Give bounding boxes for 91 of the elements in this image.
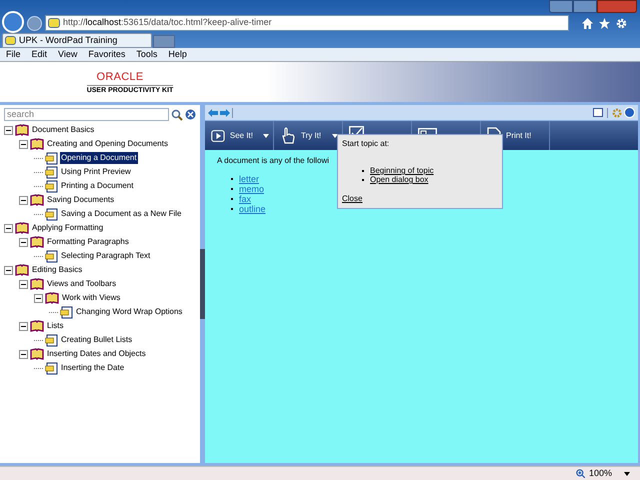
book-icon [30, 320, 44, 332]
dropdown-caret-icon[interactable] [263, 134, 269, 138]
book-icon [15, 264, 29, 276]
tree-item[interactable]: Applying Formatting [31, 222, 104, 234]
book-icon [15, 222, 29, 234]
document-icon [45, 166, 58, 178]
menu-item[interactable]: Help [168, 48, 187, 62]
checkbox-icon [349, 126, 364, 134]
clear-icon[interactable] [185, 109, 196, 120]
topic-link[interactable]: outline [239, 204, 266, 214]
book-icon [45, 292, 59, 304]
zoom-level[interactable]: 100% [588, 466, 612, 480]
oracle-logo: ORACLE [96, 72, 144, 83]
book-icon [30, 348, 44, 360]
document-icon [45, 180, 58, 192]
tree-item[interactable]: Lists [46, 320, 64, 332]
forward-arrow-icon[interactable] [220, 108, 230, 116]
tree-item[interactable]: Work with Views [61, 292, 122, 304]
tree-item[interactable]: Views and Toolbars [46, 278, 118, 290]
tree-item[interactable]: Document Basics [31, 124, 96, 136]
home-icon[interactable] [582, 18, 593, 28]
star-icon[interactable] [599, 18, 610, 28]
menu-item[interactable]: Edit [32, 48, 48, 62]
help-icon[interactable] [624, 107, 635, 118]
tree-item[interactable]: Using Print Preview [60, 166, 132, 178]
forward-button[interactable] [27, 16, 42, 30]
document-icon [45, 152, 58, 164]
close-link[interactable]: Close [342, 193, 362, 205]
tree-item[interactable]: Opening a Document [60, 152, 138, 164]
play-icon [211, 128, 225, 144]
book-icon [30, 278, 44, 290]
tree-item[interactable]: Changing Word Wrap Options [75, 306, 184, 318]
collapse-toggle[interactable] [4, 224, 13, 232]
hand-pointer-icon [280, 126, 296, 144]
screen-icon [418, 128, 437, 134]
collapse-toggle[interactable] [19, 196, 28, 204]
zoom-icon[interactable] [576, 469, 585, 478]
window-icon[interactable] [593, 108, 603, 117]
back-button[interactable] [2, 11, 24, 33]
collapse-toggle[interactable] [4, 126, 13, 134]
site-icon [5, 36, 16, 45]
search-icon[interactable] [171, 108, 183, 120]
tree-item[interactable]: Editing Basics [31, 264, 84, 276]
tree-item[interactable]: Saving Documents [46, 194, 116, 206]
site-icon [48, 18, 60, 28]
minimize-button[interactable] [549, 0, 573, 13]
start-option-link[interactable]: Open dialog box [370, 175, 428, 184]
collapse-toggle[interactable] [19, 350, 28, 358]
menu-item[interactable]: File [6, 48, 21, 62]
splitter-handle[interactable] [200, 249, 205, 319]
tree-item[interactable]: Creating and Opening Documents [46, 138, 169, 150]
topic-link[interactable]: memo [239, 184, 264, 194]
search-field[interactable]: search [4, 108, 169, 121]
collapse-toggle[interactable] [19, 238, 28, 246]
popup-title: Start topic at: [342, 138, 390, 150]
document-icon [45, 362, 58, 374]
document-icon [45, 250, 58, 262]
topic-link[interactable]: letter [239, 174, 260, 184]
collapse-toggle[interactable] [19, 280, 28, 288]
url-text: http://localhost:53615/data/toc.html?keep-alive-timer [63, 16, 272, 30]
book-icon [30, 236, 44, 248]
restore-button[interactable] [573, 0, 597, 13]
tree-item[interactable]: Selecting Paragraph Text [60, 250, 152, 262]
book-icon [15, 124, 29, 136]
tree-item[interactable]: Saving a Document as a New File [60, 208, 182, 220]
book-icon [30, 194, 44, 206]
browser-tab[interactable]: UPK - WordPad Training [2, 33, 152, 48]
address-bar[interactable]: http://localhost:53615/data/toc.html?keep-alive-timer [45, 15, 569, 31]
tree-item[interactable]: Inserting the Date [60, 362, 126, 374]
document-icon [45, 208, 58, 220]
collapse-toggle[interactable] [4, 266, 13, 274]
zoom-caret-icon[interactable] [624, 472, 630, 476]
tree-item[interactable]: Creating Bullet Lists [60, 334, 134, 346]
document-icon [60, 306, 73, 318]
start-option-link[interactable]: Beginning of topic [370, 166, 434, 175]
collapse-toggle[interactable] [19, 140, 28, 148]
collapse-toggle[interactable] [34, 294, 43, 302]
tree-item[interactable]: Inserting Dates and Objects [46, 348, 147, 360]
menu-item[interactable]: Favorites [88, 48, 126, 62]
tab-title: UPK - WordPad Training [19, 34, 118, 47]
menu-item[interactable]: View [58, 48, 78, 62]
back-arrow-icon[interactable] [208, 108, 218, 116]
menu-item[interactable]: Tools [136, 48, 158, 62]
document-icon [45, 334, 58, 346]
collapse-toggle[interactable] [19, 322, 28, 330]
settings-icon[interactable] [616, 18, 627, 28]
topic-link[interactable]: fax [239, 194, 252, 204]
book-icon [30, 138, 44, 150]
intro-text: A document is any of the followi [217, 155, 330, 167]
tree-item[interactable]: Formatting Paragraphs [46, 236, 130, 248]
tree-item[interactable]: Printing a Document [60, 180, 134, 192]
